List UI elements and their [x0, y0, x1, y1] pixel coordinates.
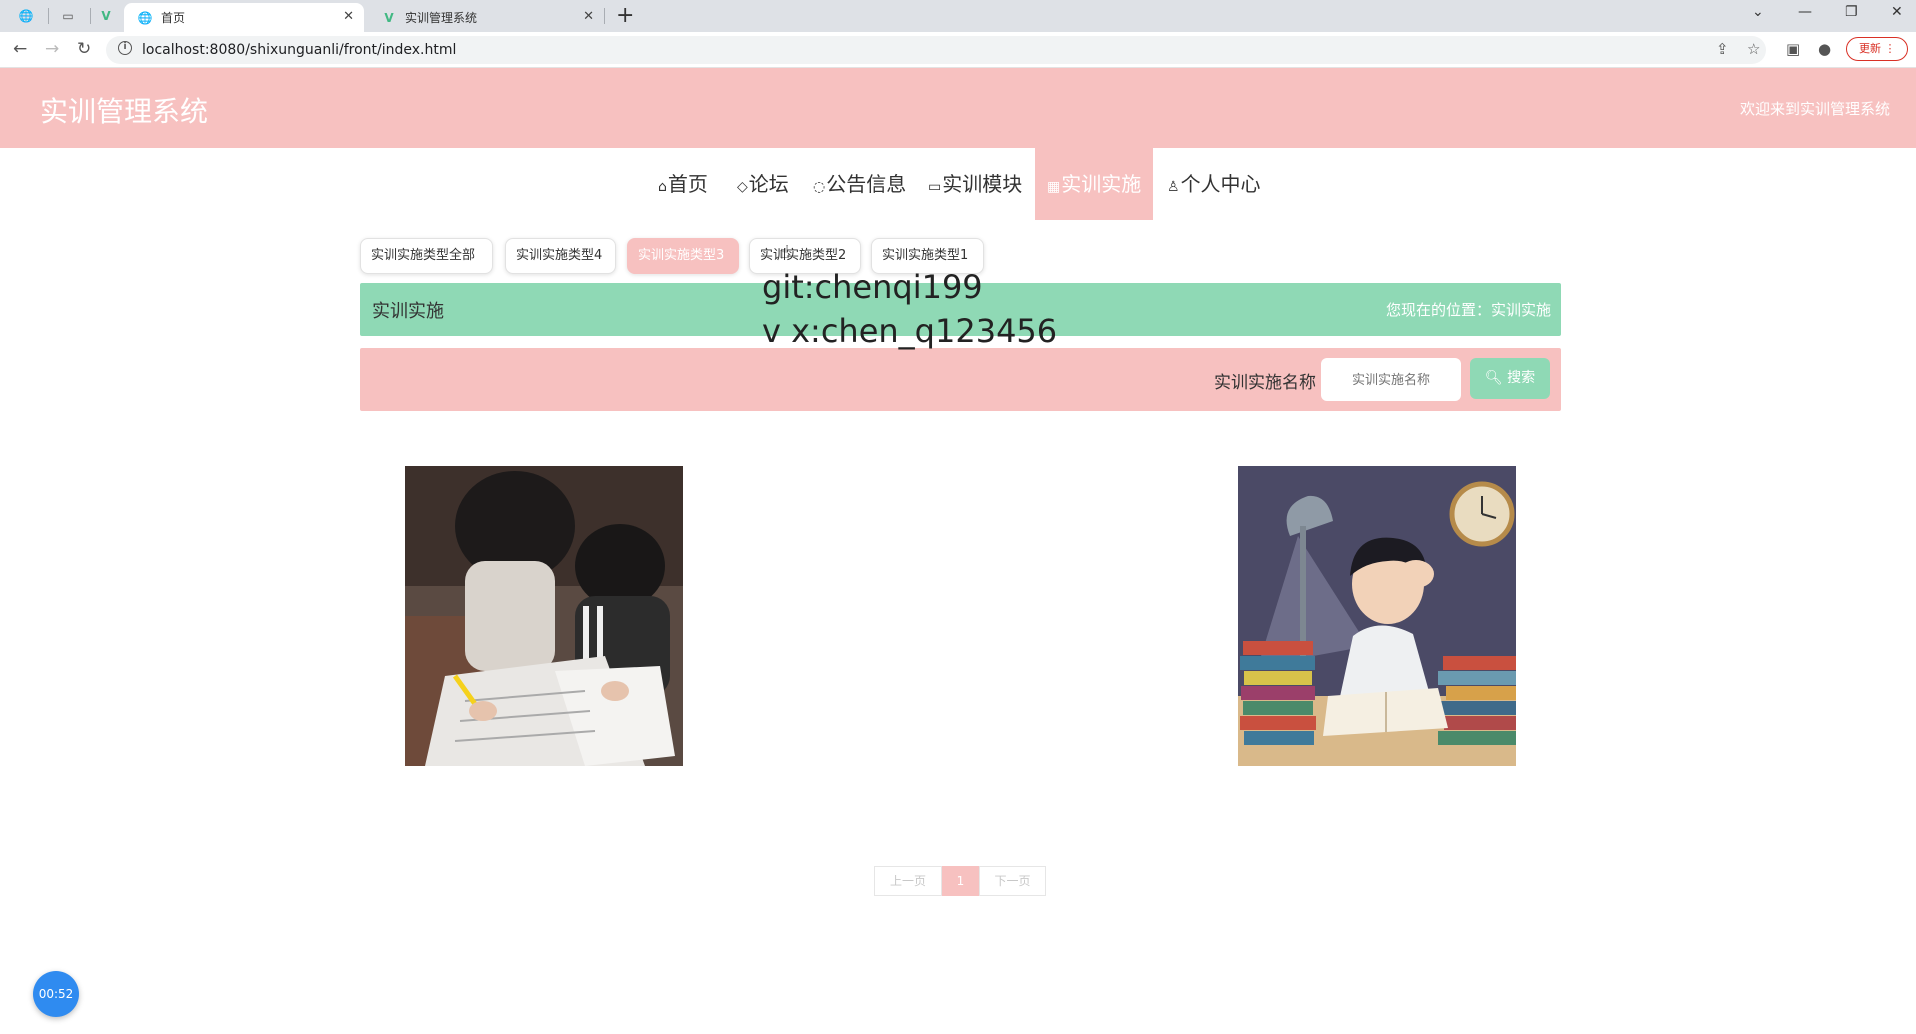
restore-button[interactable]: ❐ [1845, 4, 1858, 20]
vue-icon: V [384, 10, 394, 25]
close-tab-icon[interactable]: ✕ [343, 9, 354, 24]
tab-title: 首页 [161, 11, 186, 25]
menu-item-profile[interactable]: ♙个人中心 [1157, 148, 1271, 220]
more-icon: ⋮ [1884, 42, 1896, 55]
prev-page-button[interactable]: 上一页 [874, 866, 942, 896]
menu-label: 论坛 [748, 172, 789, 196]
menu-label: 公告信息 [826, 172, 907, 196]
menu-item-notice[interactable]: ◌公告信息 [803, 148, 916, 220]
star-icon[interactable]: ☆ [1747, 40, 1760, 58]
search-icon: 🔍︎ [1484, 370, 1503, 386]
update-button[interactable]: 更新 ⋮ [1846, 37, 1908, 61]
minimize-button[interactable]: — [1798, 4, 1812, 20]
next-page-button[interactable]: 下一页 [979, 866, 1046, 896]
user-icon: ♙ [1167, 179, 1180, 195]
tab-separator [90, 8, 91, 24]
category-all-button[interactable]: 实训实施类型全部 [360, 238, 493, 274]
site-title: 实训管理系统 [40, 95, 209, 128]
grid-icon: ▦ [1047, 179, 1061, 195]
blank-tab-icon[interactable]: ▭ [56, 6, 80, 26]
tab-separator [604, 8, 605, 24]
watermark-git: git:chenqi199 [762, 268, 983, 306]
site-header: 实训管理系统 欢迎来到实训管理系统 [0, 68, 1916, 148]
menu-label: 首页 [667, 172, 708, 196]
recording-timer-badge[interactable]: 00:52 [33, 971, 79, 1017]
breadcrumb-position: 您现在的位置：实训实施 [1385, 301, 1551, 319]
menu-item-training-module[interactable]: ▭实训模块 [918, 148, 1032, 220]
vue-icon[interactable]: V [94, 6, 118, 26]
menu-label: 实训模块 [942, 172, 1023, 196]
cartoon-student-image [1238, 466, 1516, 766]
close-window-button[interactable]: ✕ [1891, 4, 1903, 20]
url-field[interactable]: i localhost:8080/shixunguanli/front/inde… [106, 36, 1766, 64]
address-bar: ← → ↻ i localhost:8080/shixunguanli/fron… [0, 32, 1916, 68]
close-tab-icon[interactable]: ✕ [583, 9, 594, 24]
update-label: 更新 [1859, 42, 1881, 55]
home-icon: ⌂ [658, 179, 667, 195]
tab-search-icon[interactable]: ⌄ [1752, 4, 1764, 20]
url-text[interactable]: localhost:8080/shixunguanli/front/index.… [142, 42, 456, 58]
search-button[interactable]: 🔍︎ 搜索 [1470, 358, 1550, 399]
menu-label: 个人中心 [1180, 172, 1261, 196]
page-1-button[interactable]: 1 [942, 866, 979, 896]
back-icon[interactable]: ← [13, 39, 27, 59]
menu-item-training-implementation[interactable]: ▦实训实施 [1035, 148, 1153, 220]
browser-tab-bar: 🌐 ▭ V 🌐 首页 ✕ V 实训管理系统 ✕ + ⌄ — ❐ ✕ [0, 0, 1916, 32]
globe-icon: 🌐 [137, 10, 153, 25]
tab-system[interactable]: V 实训管理系统 ✕ [368, 3, 604, 32]
tag-icon: ◇ [737, 179, 748, 195]
search-label: 实训实施名称 [1214, 373, 1316, 393]
welcome-text: 欢迎来到实训管理系统 [1739, 100, 1890, 118]
tab-separator [48, 8, 49, 24]
search-input[interactable] [1321, 358, 1461, 401]
globe-icon[interactable]: 🌐 [14, 6, 38, 26]
watermark-wechat: v x:chen_q123456 [762, 312, 1058, 350]
book-icon: ▭ [928, 179, 942, 195]
menu-label: 实训实施 [1061, 172, 1142, 196]
notice-icon: ◌ [813, 179, 826, 195]
students-studying-image [405, 466, 683, 766]
category-4-button[interactable]: 实训实施类型4 [505, 238, 616, 274]
hand-cursor-icon: ☝ [779, 242, 790, 263]
training-item-image-students[interactable] [405, 466, 683, 766]
new-tab-button[interactable]: + [616, 3, 634, 28]
category-3-button[interactable]: 实训实施类型3 [627, 238, 739, 274]
page-title: 实训实施 [372, 301, 444, 322]
profile-icon[interactable]: ● [1818, 40, 1831, 58]
tab-title: 实训管理系统 [405, 11, 478, 25]
reload-icon[interactable]: ↻ [77, 39, 91, 59]
menu-item-forum[interactable]: ◇论坛 [727, 148, 799, 220]
menu-item-home[interactable]: ⌂首页 [648, 148, 718, 220]
main-menu: ⌂首页 ◇论坛 ◌公告信息 ▭实训模块 ▦实训实施 ♙个人中心 [0, 148, 1916, 220]
share-icon[interactable]: ⇪ [1716, 40, 1729, 58]
search-bar: 实训实施名称 🔍︎ 搜索 [360, 348, 1561, 411]
tab-home[interactable]: 🌐 首页 ✕ [124, 3, 364, 32]
training-item-image-cartoon[interactable] [1238, 466, 1516, 766]
side-panel-icon[interactable]: ▣ [1786, 40, 1800, 58]
search-button-label: 搜索 [1507, 370, 1536, 386]
forward-icon[interactable]: → [45, 39, 59, 59]
info-icon[interactable]: i [118, 41, 132, 55]
